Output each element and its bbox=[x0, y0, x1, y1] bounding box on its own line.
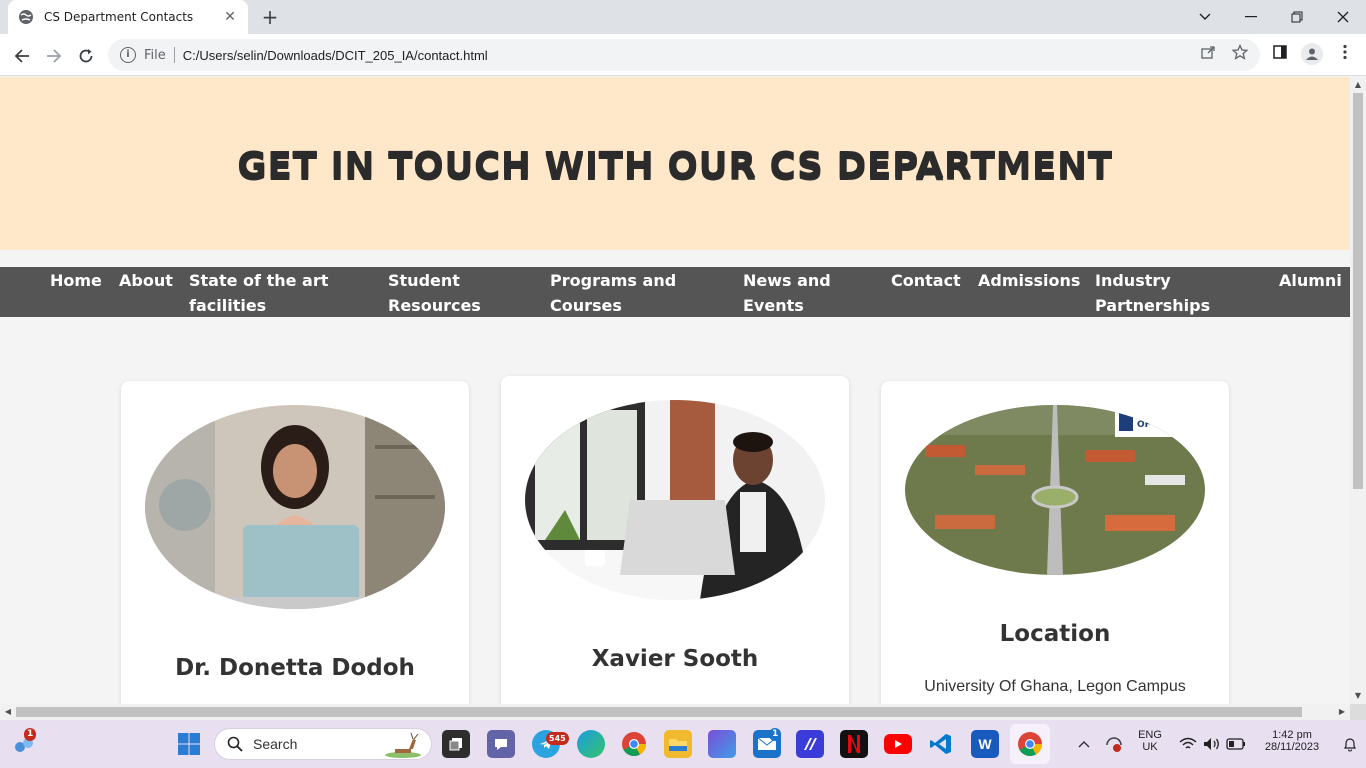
contact-card: Dr. Donetta Dodoh bbox=[121, 381, 469, 704]
reload-button[interactable] bbox=[72, 42, 100, 70]
chrome-active-icon[interactable] bbox=[1010, 724, 1050, 764]
vertical-scrollbar[interactable]: ▲ ▼ bbox=[1350, 77, 1366, 704]
copilot-icon[interactable] bbox=[708, 730, 736, 758]
nav-student-resources[interactable]: Student Resources bbox=[388, 268, 481, 318]
scrollbar-corner bbox=[1350, 704, 1366, 720]
keyboard-region: UK bbox=[1142, 741, 1158, 753]
contact-photo bbox=[525, 400, 825, 600]
battery-icon[interactable] bbox=[1222, 730, 1250, 758]
contact-photo bbox=[145, 405, 445, 609]
contact-name: Dr. Donetta Dodoh bbox=[175, 655, 415, 681]
side-panel-icon[interactable] bbox=[1270, 44, 1290, 64]
tab-search-chevron-icon[interactable] bbox=[1182, 0, 1228, 34]
arrow-left-icon bbox=[14, 49, 29, 63]
nav-news[interactable]: News and Events bbox=[743, 268, 831, 318]
nav-programs[interactable]: Programs and Courses bbox=[550, 268, 676, 318]
browser-tab-active[interactable]: CS Department Contacts ✕ bbox=[8, 0, 248, 34]
mail-badge: 1 bbox=[769, 728, 782, 741]
language-indicator[interactable]: ENG UK bbox=[1134, 729, 1166, 753]
scroll-down-arrow-icon[interactable]: ▼ bbox=[1350, 688, 1366, 704]
nav-admissions[interactable]: Admissions bbox=[978, 268, 1080, 293]
scroll-left-arrow-icon[interactable]: ◀ bbox=[0, 704, 16, 720]
minimize-button[interactable] bbox=[1228, 0, 1274, 34]
aerial-campus-photo: OF U bbox=[905, 405, 1205, 575]
contact-name: Xavier Sooth bbox=[591, 646, 759, 672]
location-title: Location bbox=[999, 621, 1111, 647]
close-window-button[interactable] bbox=[1320, 0, 1366, 34]
bookmark-star-icon[interactable] bbox=[1230, 43, 1250, 64]
teams-chat-icon[interactable] bbox=[487, 730, 515, 758]
vpn-shield-icon[interactable] bbox=[1100, 730, 1128, 758]
search-placeholder: Search bbox=[253, 736, 298, 752]
chrome-icon[interactable] bbox=[620, 730, 648, 758]
address-bar[interactable]: i File C:/Users/selin/Downloads/DCIT_205… bbox=[108, 39, 1260, 71]
site-navigation: Home About State of the art facilities S… bbox=[0, 267, 1350, 317]
woman-laptop-photo bbox=[145, 405, 445, 609]
widgets-badge: 1 bbox=[24, 728, 37, 741]
url-text[interactable]: C:/Users/selin/Downloads/DCIT_205_IA/con… bbox=[183, 48, 488, 63]
kebab-menu-icon[interactable] bbox=[1335, 44, 1355, 64]
windows-taskbar: 1 Search 545 1 W ENG UK 1:42 pm 28/11/20… bbox=[0, 720, 1366, 768]
nav-facilities[interactable]: State of the art facilities bbox=[189, 268, 328, 318]
site-info-icon[interactable]: i bbox=[120, 47, 136, 63]
omnibox-separator bbox=[173, 47, 175, 63]
edge-browser-icon[interactable] bbox=[577, 730, 605, 758]
campus-photo: OF U bbox=[905, 405, 1205, 575]
telegram-badge: 545 bbox=[546, 732, 569, 745]
share-icon[interactable] bbox=[1198, 44, 1218, 64]
tab-title: CS Department Contacts bbox=[44, 10, 194, 24]
clock[interactable]: 1:42 pm 28/11/2023 bbox=[1254, 729, 1330, 753]
profile-avatar-icon[interactable] bbox=[1301, 43, 1323, 65]
taskbar-search-box[interactable]: Search bbox=[214, 728, 432, 760]
clock-time: 1:42 pm bbox=[1272, 729, 1312, 741]
file-scheme-label: File bbox=[144, 47, 166, 63]
tab-strip: CS Department Contacts ✕ + bbox=[0, 0, 1366, 34]
windows-logo-icon bbox=[178, 733, 200, 755]
location-card: OF U Location University Of Ghana, Legon… bbox=[881, 381, 1229, 704]
deer-illustration-icon bbox=[385, 732, 421, 758]
language-code: ENG bbox=[1138, 729, 1162, 741]
arrow-right-icon bbox=[47, 49, 62, 63]
restore-button[interactable] bbox=[1274, 0, 1320, 34]
new-tab-button[interactable]: + bbox=[258, 5, 282, 29]
page-title: GET IN TOUCH WITH OUR CS DEPARTMENT bbox=[237, 145, 1113, 186]
page-viewport: GET IN TOUCH WITH OUR CS DEPARTMENT Home… bbox=[0, 77, 1350, 704]
youtube-icon[interactable] bbox=[884, 734, 912, 754]
forward-button[interactable] bbox=[40, 42, 68, 70]
reload-icon bbox=[79, 49, 93, 63]
word-icon[interactable]: W bbox=[971, 730, 999, 758]
notification-bell-icon[interactable] bbox=[1336, 730, 1364, 758]
vertical-scroll-thumb[interactable] bbox=[1353, 93, 1363, 489]
visual-studio-icon[interactable] bbox=[796, 730, 824, 758]
location-address: University Of Ghana, Legon Campus bbox=[924, 678, 1186, 695]
globe-icon bbox=[19, 10, 33, 24]
contact-card: Xavier Sooth bbox=[501, 376, 849, 704]
nav-alumni[interactable]: Alumni bbox=[1279, 268, 1342, 293]
scroll-right-arrow-icon[interactable]: ▶ bbox=[1334, 704, 1350, 720]
browser-toolbar: i File C:/Users/selin/Downloads/DCIT_205… bbox=[0, 34, 1366, 76]
back-button[interactable] bbox=[8, 42, 36, 70]
tray-chevron-up-icon[interactable] bbox=[1070, 730, 1098, 758]
file-explorer-icon[interactable] bbox=[664, 730, 692, 758]
svg-text:OF U: OF U bbox=[1137, 420, 1161, 430]
nav-industry[interactable]: Industry Partnerships bbox=[1095, 268, 1210, 318]
tab-close-icon[interactable]: ✕ bbox=[222, 9, 238, 25]
man-laptop-photo bbox=[525, 400, 825, 600]
start-button[interactable] bbox=[175, 730, 203, 758]
horizontal-scrollbar[interactable]: ◀ ▶ bbox=[0, 704, 1350, 720]
hero-banner: GET IN TOUCH WITH OUR CS DEPARTMENT bbox=[0, 77, 1350, 250]
nav-home[interactable]: Home bbox=[50, 268, 102, 293]
search-icon bbox=[227, 736, 243, 752]
task-view-icon[interactable] bbox=[442, 730, 470, 758]
vscode-icon[interactable] bbox=[927, 730, 955, 758]
netflix-icon[interactable] bbox=[840, 730, 868, 758]
nav-about[interactable]: About bbox=[119, 268, 173, 293]
scroll-up-arrow-icon[interactable]: ▲ bbox=[1350, 77, 1366, 93]
clock-date: 28/11/2023 bbox=[1264, 741, 1320, 753]
nav-contact[interactable]: Contact bbox=[891, 268, 961, 293]
horizontal-scroll-thumb[interactable] bbox=[16, 707, 1302, 717]
